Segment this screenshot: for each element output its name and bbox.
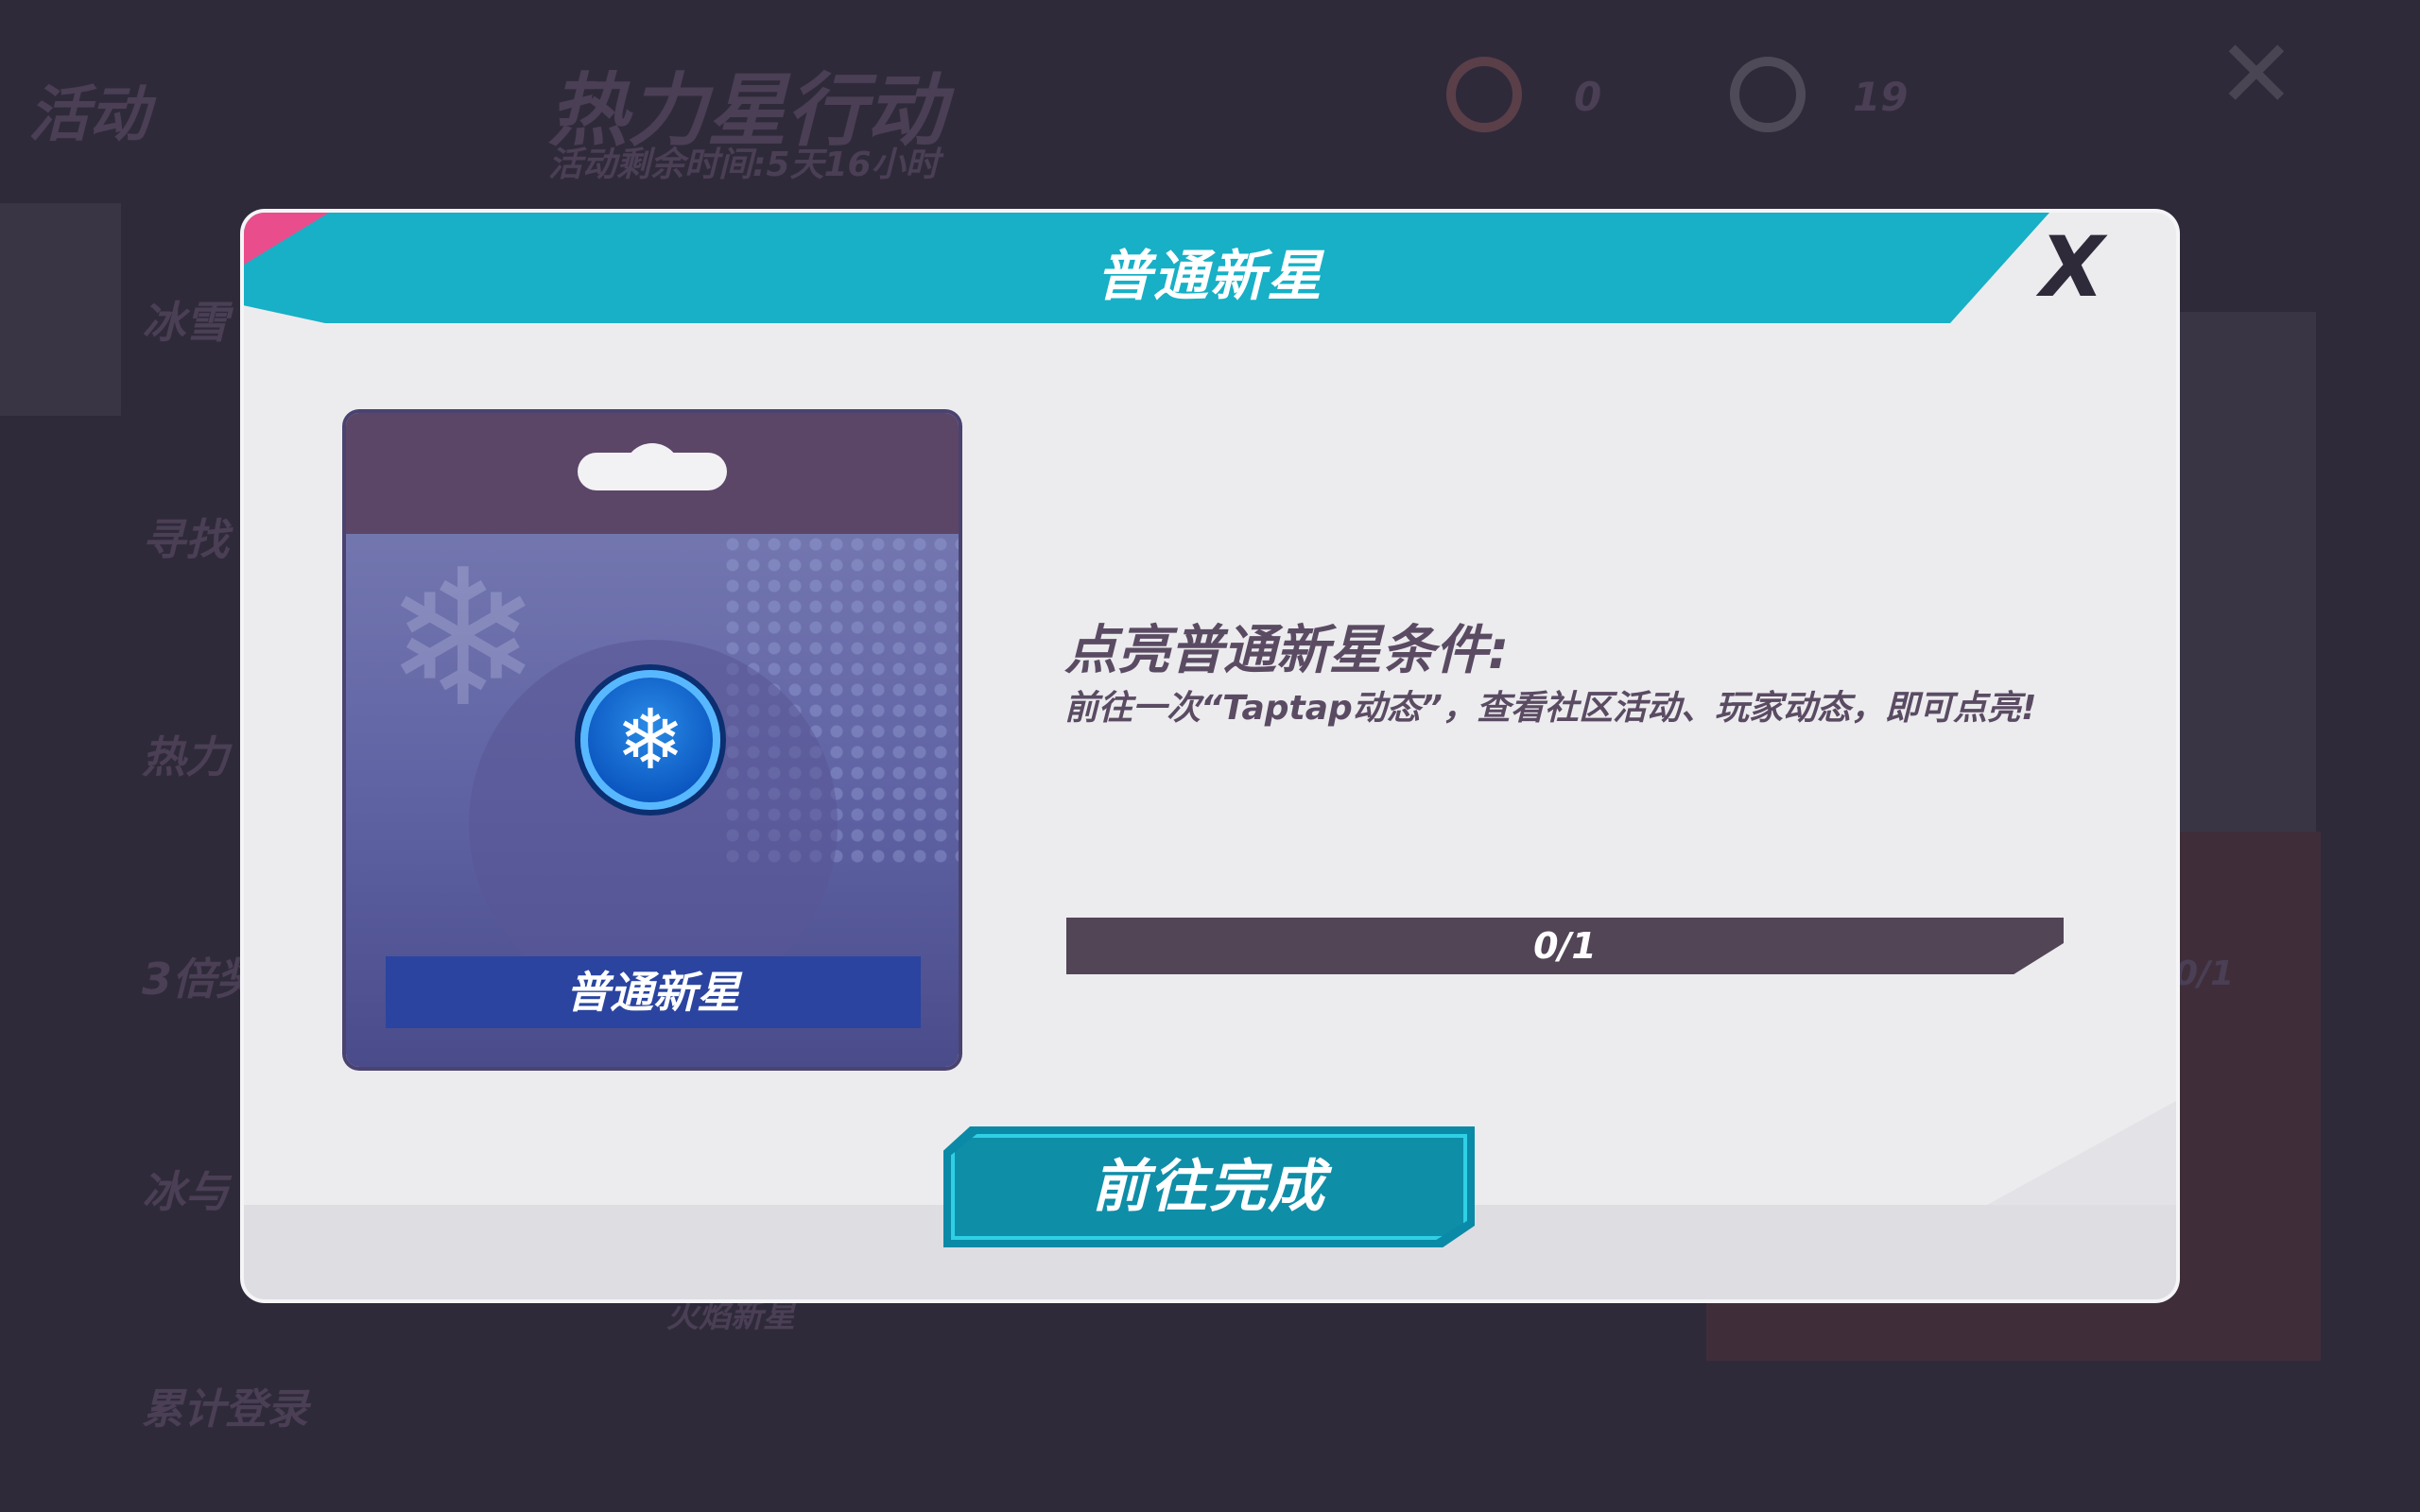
sidebar-item-3: 热力 — [142, 731, 229, 782]
currency-2-count: 19 — [1853, 74, 1909, 120]
sidebar-item-6: 累计登录 — [142, 1385, 308, 1434]
condition-title: 点亮普通新星条件: — [1064, 620, 1510, 681]
close-button[interactable]: X — [2020, 220, 2124, 315]
condition-description: 前往一次“Taptap动态”，查看社区活动、玩家动态，即可点亮! — [1064, 689, 2037, 728]
star-card: ❄ ❄ 普通新星 — [346, 413, 959, 1067]
fire-wheel-currency-icon — [1730, 57, 1806, 132]
go-complete-button[interactable]: 前往完成 — [943, 1126, 1475, 1247]
go-complete-button-label[interactable]: 前往完成 — [943, 1126, 1475, 1247]
sidebar-item-2: 寻找 — [142, 514, 229, 565]
sidebar-item-5: 冰与 — [142, 1166, 229, 1217]
card-hanger — [346, 413, 959, 534]
background-partial-progress: 0/1 — [2174, 954, 2235, 993]
card-name-label: 普通新星 — [386, 956, 921, 1028]
card-hang-hole — [578, 443, 727, 490]
new-star-dialog: 普通新星 X ❄ ❄ 普通新星 点亮普通新星条件: 前往一次“Taptap动态”… — [244, 213, 2176, 1299]
sidebar-item-4: 3倍奖 — [142, 954, 260, 1005]
currency-1-count: 0 — [1574, 74, 1602, 120]
snowflake-icon: ❄ — [580, 670, 720, 810]
star-currency-icon — [1446, 57, 1522, 132]
activity-section-title: 活动 — [28, 80, 149, 150]
dialog-title: 普通新星 — [1096, 244, 1323, 308]
progress-label: 0/1 — [1533, 925, 1597, 967]
snowflake-glyph: ❄ — [615, 691, 685, 788]
background-close-icon: ✕ — [2217, 19, 2296, 129]
event-time-remaining: 活动剩余时间:5天16小时 — [548, 146, 940, 184]
progress-bar: 0/1 — [1066, 918, 2064, 974]
sidebar-tab-active — [0, 203, 121, 416]
sidebar-item-1: 冰雪 — [142, 297, 229, 348]
dialog-corner-decoration — [1987, 1101, 2176, 1205]
